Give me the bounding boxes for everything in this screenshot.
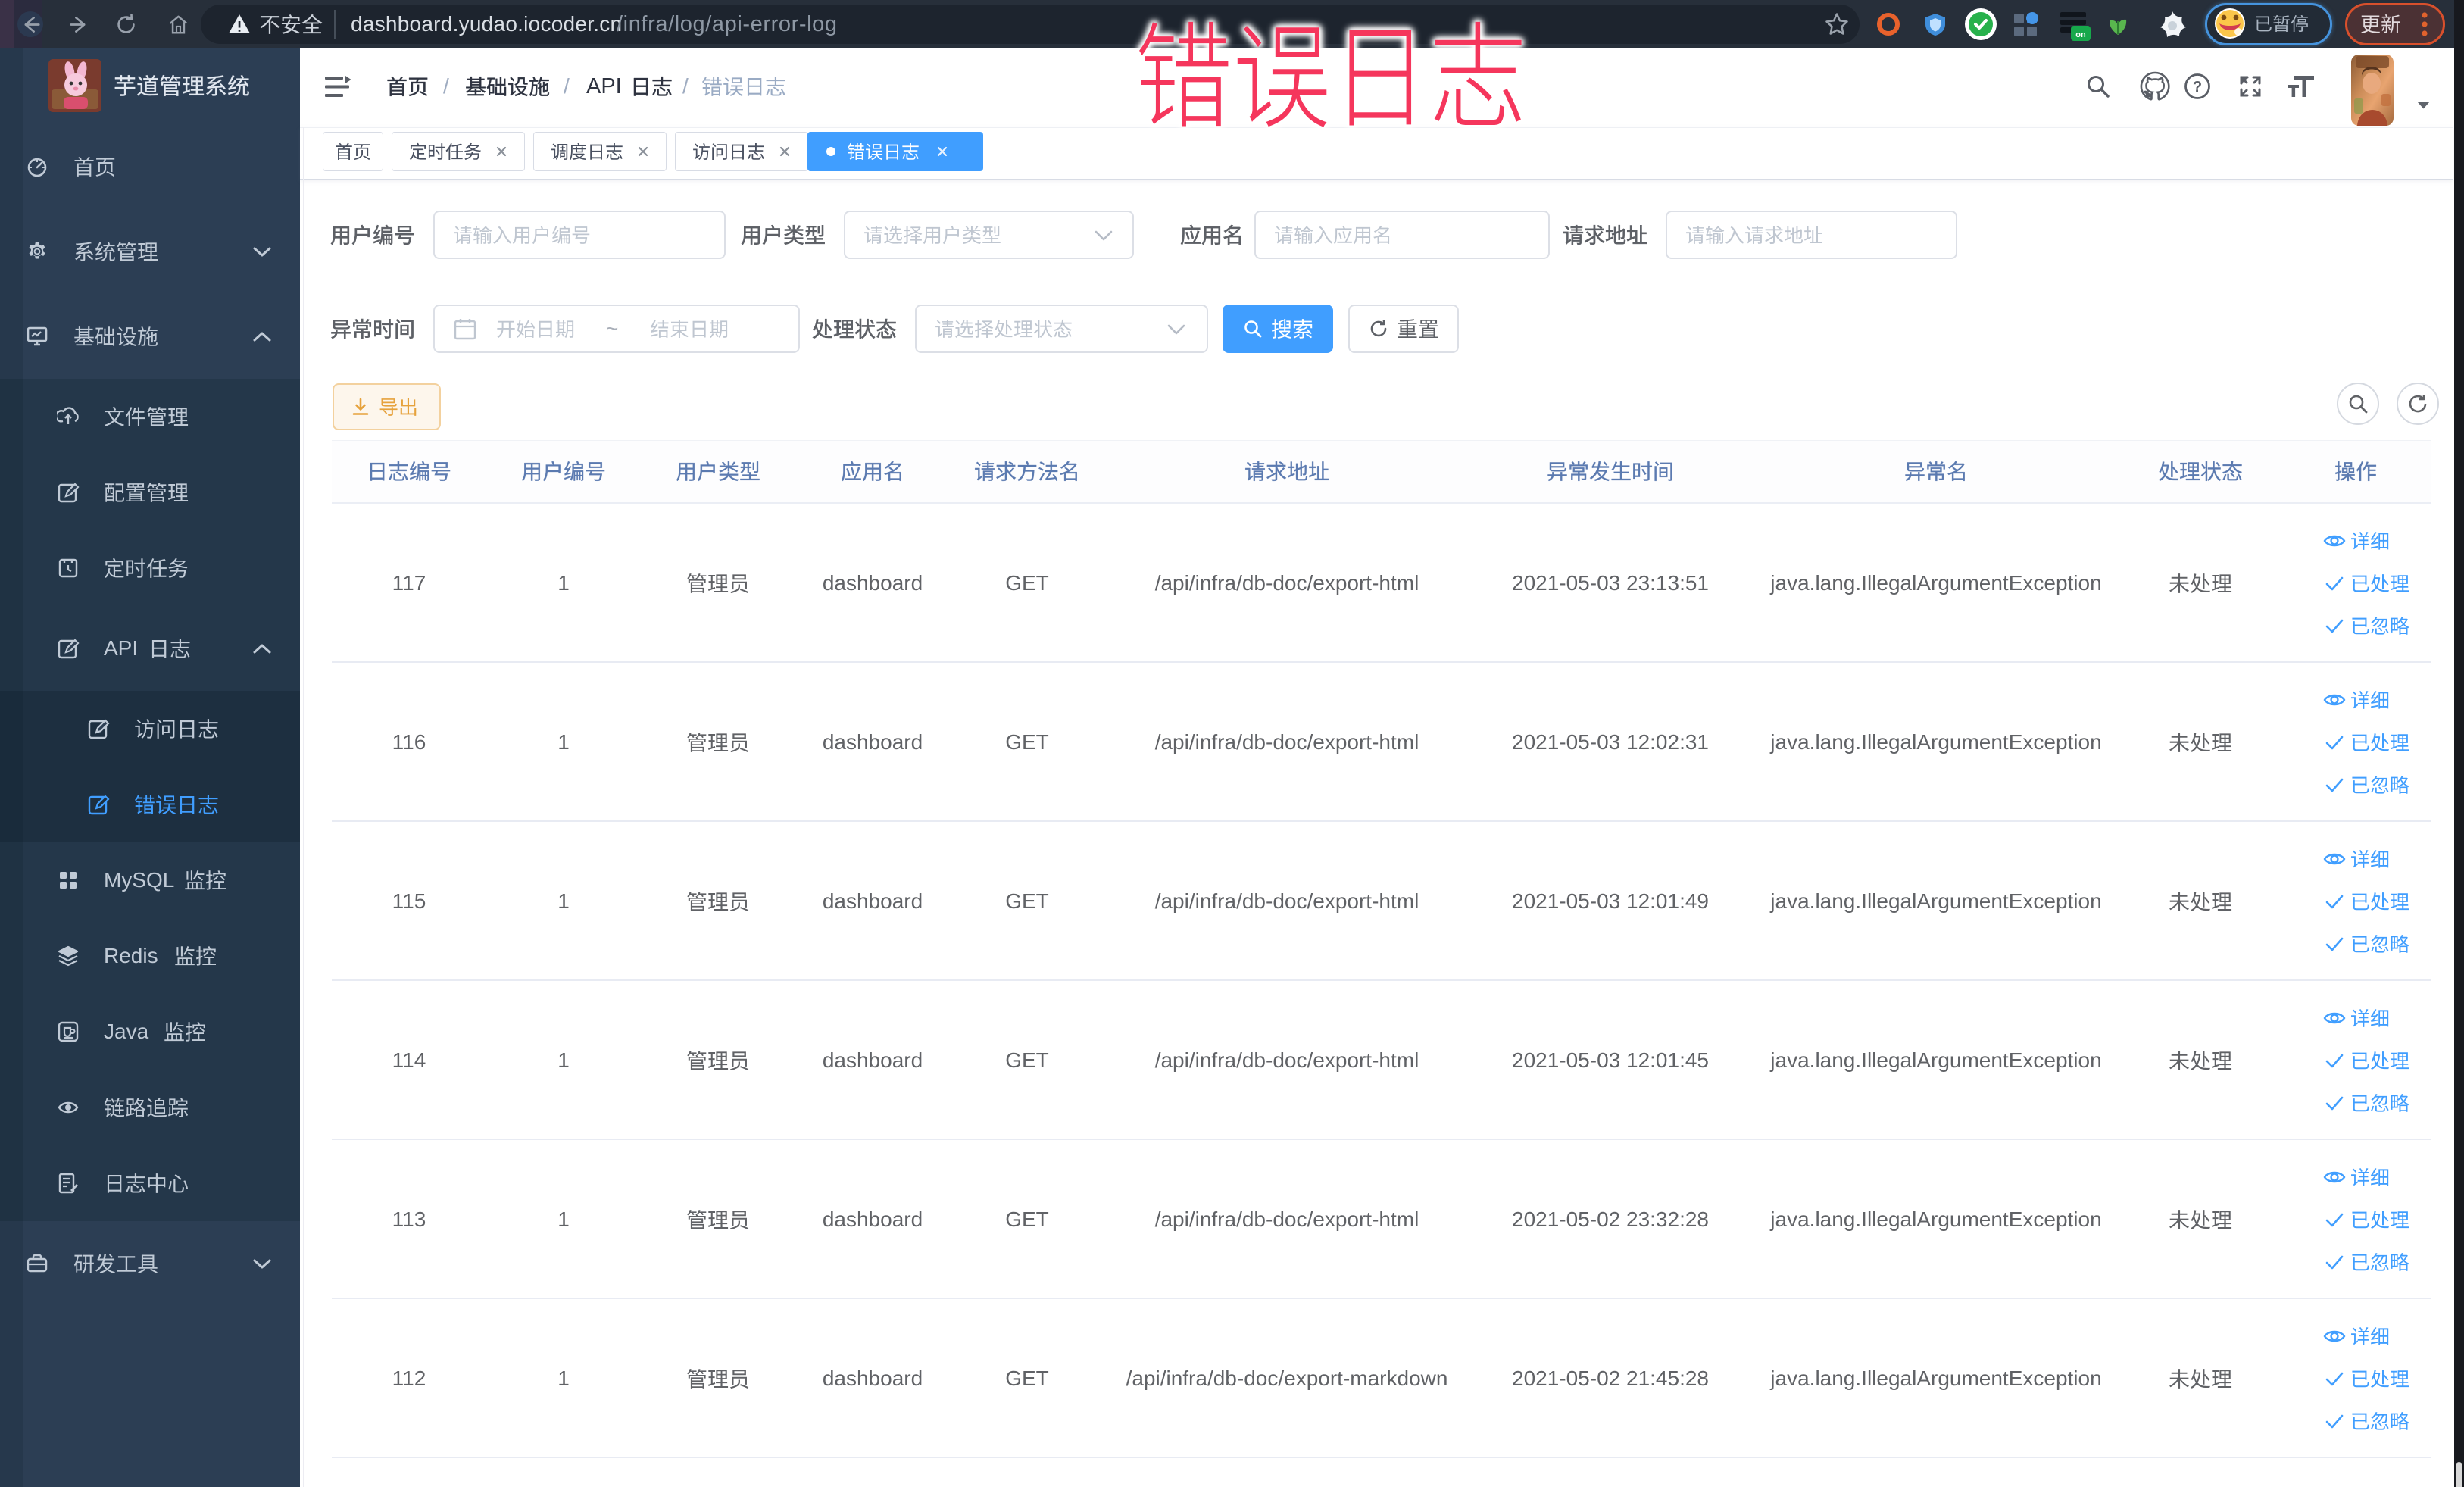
svg-text:?: ?	[2193, 79, 2202, 95]
svg-text:on: on	[2075, 30, 2086, 39]
